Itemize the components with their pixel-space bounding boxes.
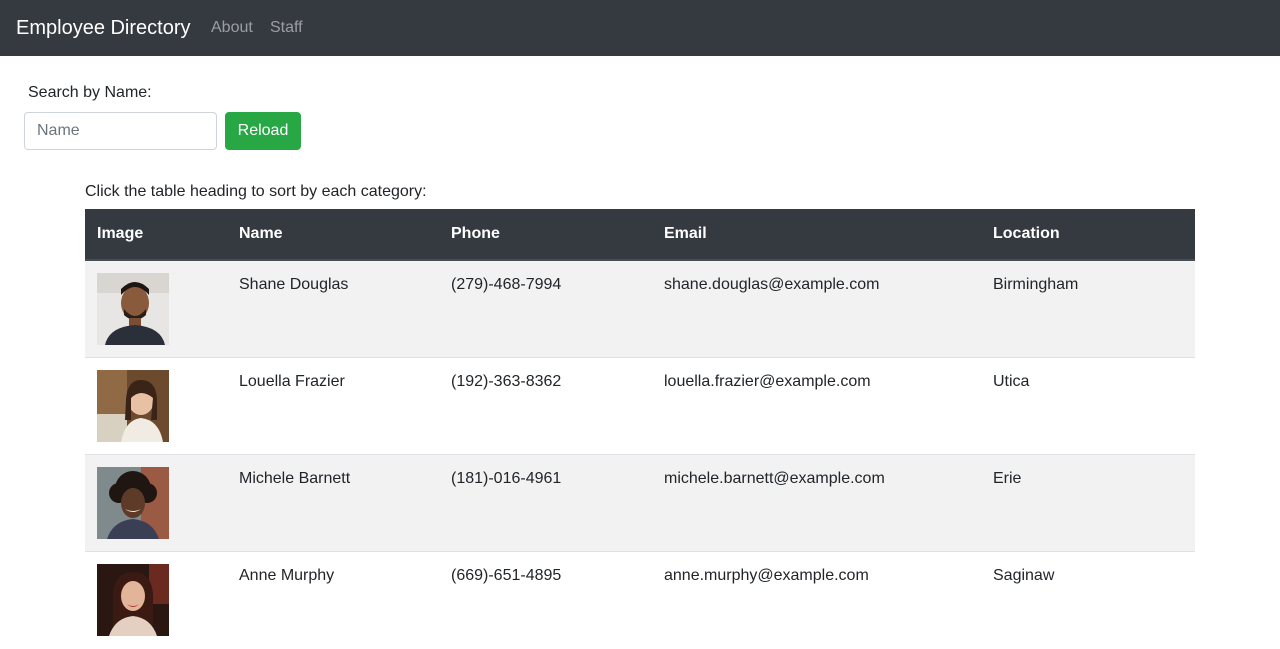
header-email[interactable]: Email — [652, 209, 981, 261]
location-cell: Saginaw — [981, 551, 1195, 649]
table-row: Louella Frazier (192)-363-8362 louella.f… — [85, 357, 1195, 455]
sort-instructions: Click the table heading to sort by each … — [85, 183, 427, 200]
phone-cell: (192)-363-8362 — [439, 357, 652, 455]
image-cell — [85, 551, 227, 649]
employee-table: Image Name Phone Email Location Shane Do… — [85, 209, 1195, 649]
table-row: Anne Murphy (669)-651-4895 anne.murphy@e… — [85, 551, 1195, 649]
navbar: Employee Directory About Staff — [0, 0, 1280, 56]
image-cell — [85, 357, 227, 455]
brand-link[interactable]: Employee Directory — [16, 15, 191, 41]
phone-cell: (181)-016-4961 — [439, 454, 652, 552]
email-cell: anne.murphy@example.com — [652, 551, 981, 649]
table-row: Michele Barnett (181)-016-4961 michele.b… — [85, 454, 1195, 552]
email-cell: michele.barnett@example.com — [652, 454, 981, 552]
phone-cell: (669)-651-4895 — [439, 551, 652, 649]
name-cell: Shane Douglas — [227, 259, 439, 358]
name-cell: Anne Murphy — [227, 551, 439, 649]
avatar — [97, 467, 169, 539]
location-cell: Erie — [981, 454, 1195, 552]
email-cell: shane.douglas@example.com — [652, 259, 981, 358]
image-cell — [85, 259, 227, 358]
location-cell: Birmingham — [981, 259, 1195, 358]
table-row: Shane Douglas (279)-468-7994 shane.dougl… — [85, 259, 1195, 358]
name-cell: Louella Frazier — [227, 357, 439, 455]
search-label: Search by Name: — [28, 84, 152, 101]
header-location[interactable]: Location — [981, 209, 1195, 261]
header-phone[interactable]: Phone — [439, 209, 652, 261]
image-cell — [85, 454, 227, 552]
avatar — [97, 564, 169, 636]
nav-link-about[interactable]: About — [211, 18, 253, 38]
location-cell: Utica — [981, 357, 1195, 455]
header-image[interactable]: Image — [85, 209, 227, 261]
table-header-row: Image Name Phone Email Location — [85, 209, 1195, 261]
header-name[interactable]: Name — [227, 209, 439, 261]
email-cell: louella.frazier@example.com — [652, 357, 981, 455]
nav-link-staff[interactable]: Staff — [270, 18, 303, 38]
name-cell: Michele Barnett — [227, 454, 439, 552]
reload-button[interactable]: Reload — [225, 112, 301, 150]
avatar — [97, 273, 169, 345]
avatar — [97, 370, 169, 442]
phone-cell: (279)-468-7994 — [439, 259, 652, 358]
search-input[interactable] — [24, 112, 217, 150]
